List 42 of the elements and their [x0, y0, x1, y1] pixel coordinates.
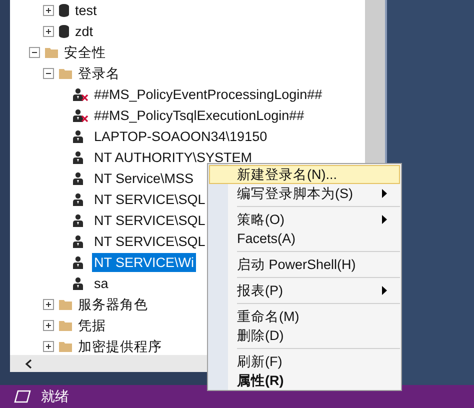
expand-icon[interactable] — [43, 5, 54, 16]
menu-item[interactable]: 编写登录脚本为(S) — [209, 184, 400, 203]
database-icon — [59, 4, 69, 17]
menu-item[interactable]: 重命名(M) — [209, 307, 400, 326]
tree-item[interactable]: NT SERVICE\SQL — [92, 211, 208, 230]
tree-item[interactable]: 安全性 — [62, 43, 108, 62]
menu-item[interactable]: 报表(P) — [209, 281, 400, 300]
tree-item[interactable]: LAPTOP-SOAOON34\19150 — [92, 127, 270, 146]
folder-icon — [59, 320, 72, 331]
tree-item[interactable]: 凭据 — [76, 316, 108, 335]
expand-icon[interactable] — [43, 26, 54, 37]
tree-item[interactable]: zdt — [73, 22, 96, 41]
tree-item[interactable]: NT Service\MSS — [92, 169, 196, 188]
tree-item[interactable]: 登录名 — [76, 64, 122, 83]
tree-item[interactable]: NT SERVICE\SQL — [92, 232, 208, 251]
menu-item[interactable]: 新建登录名(N)... — [209, 165, 400, 184]
database-icon — [59, 25, 69, 38]
collapse-icon[interactable] — [43, 68, 54, 79]
menu-item[interactable]: 刷新(F) — [209, 352, 400, 371]
menu-item[interactable]: Facets(A) — [209, 229, 400, 248]
scroll-left-icon[interactable] — [25, 358, 32, 368]
expand-icon[interactable] — [43, 320, 54, 331]
tree-item[interactable]: NT SERVICE\SQL — [92, 190, 208, 209]
tree-item[interactable]: NT SERVICE\Wi — [92, 253, 196, 272]
expand-icon[interactable] — [43, 341, 54, 352]
expand-icon[interactable] — [43, 299, 54, 310]
folder-icon — [59, 68, 72, 79]
folder-icon — [59, 299, 72, 310]
status-icon — [14, 390, 31, 403]
menu-item[interactable]: 删除(D) — [209, 326, 400, 345]
menu-item[interactable]: 属性(R) — [209, 371, 400, 390]
menu-item[interactable]: 启动 PowerShell(H) — [209, 255, 400, 274]
menu-item[interactable]: 策略(O) — [209, 210, 400, 229]
tree-item[interactable]: 加密提供程序 — [76, 337, 164, 355]
collapse-icon[interactable] — [29, 47, 40, 58]
status-text: 就绪 — [41, 388, 69, 406]
tree-item[interactable]: test — [73, 1, 99, 20]
folder-icon — [59, 341, 72, 352]
tree-item[interactable]: sa — [92, 274, 110, 293]
folder-icon — [45, 47, 58, 58]
tree-item[interactable]: NT AUTHORITY\SYSTEM — [92, 148, 254, 167]
tree-item[interactable]: 服务器角色 — [76, 295, 150, 314]
